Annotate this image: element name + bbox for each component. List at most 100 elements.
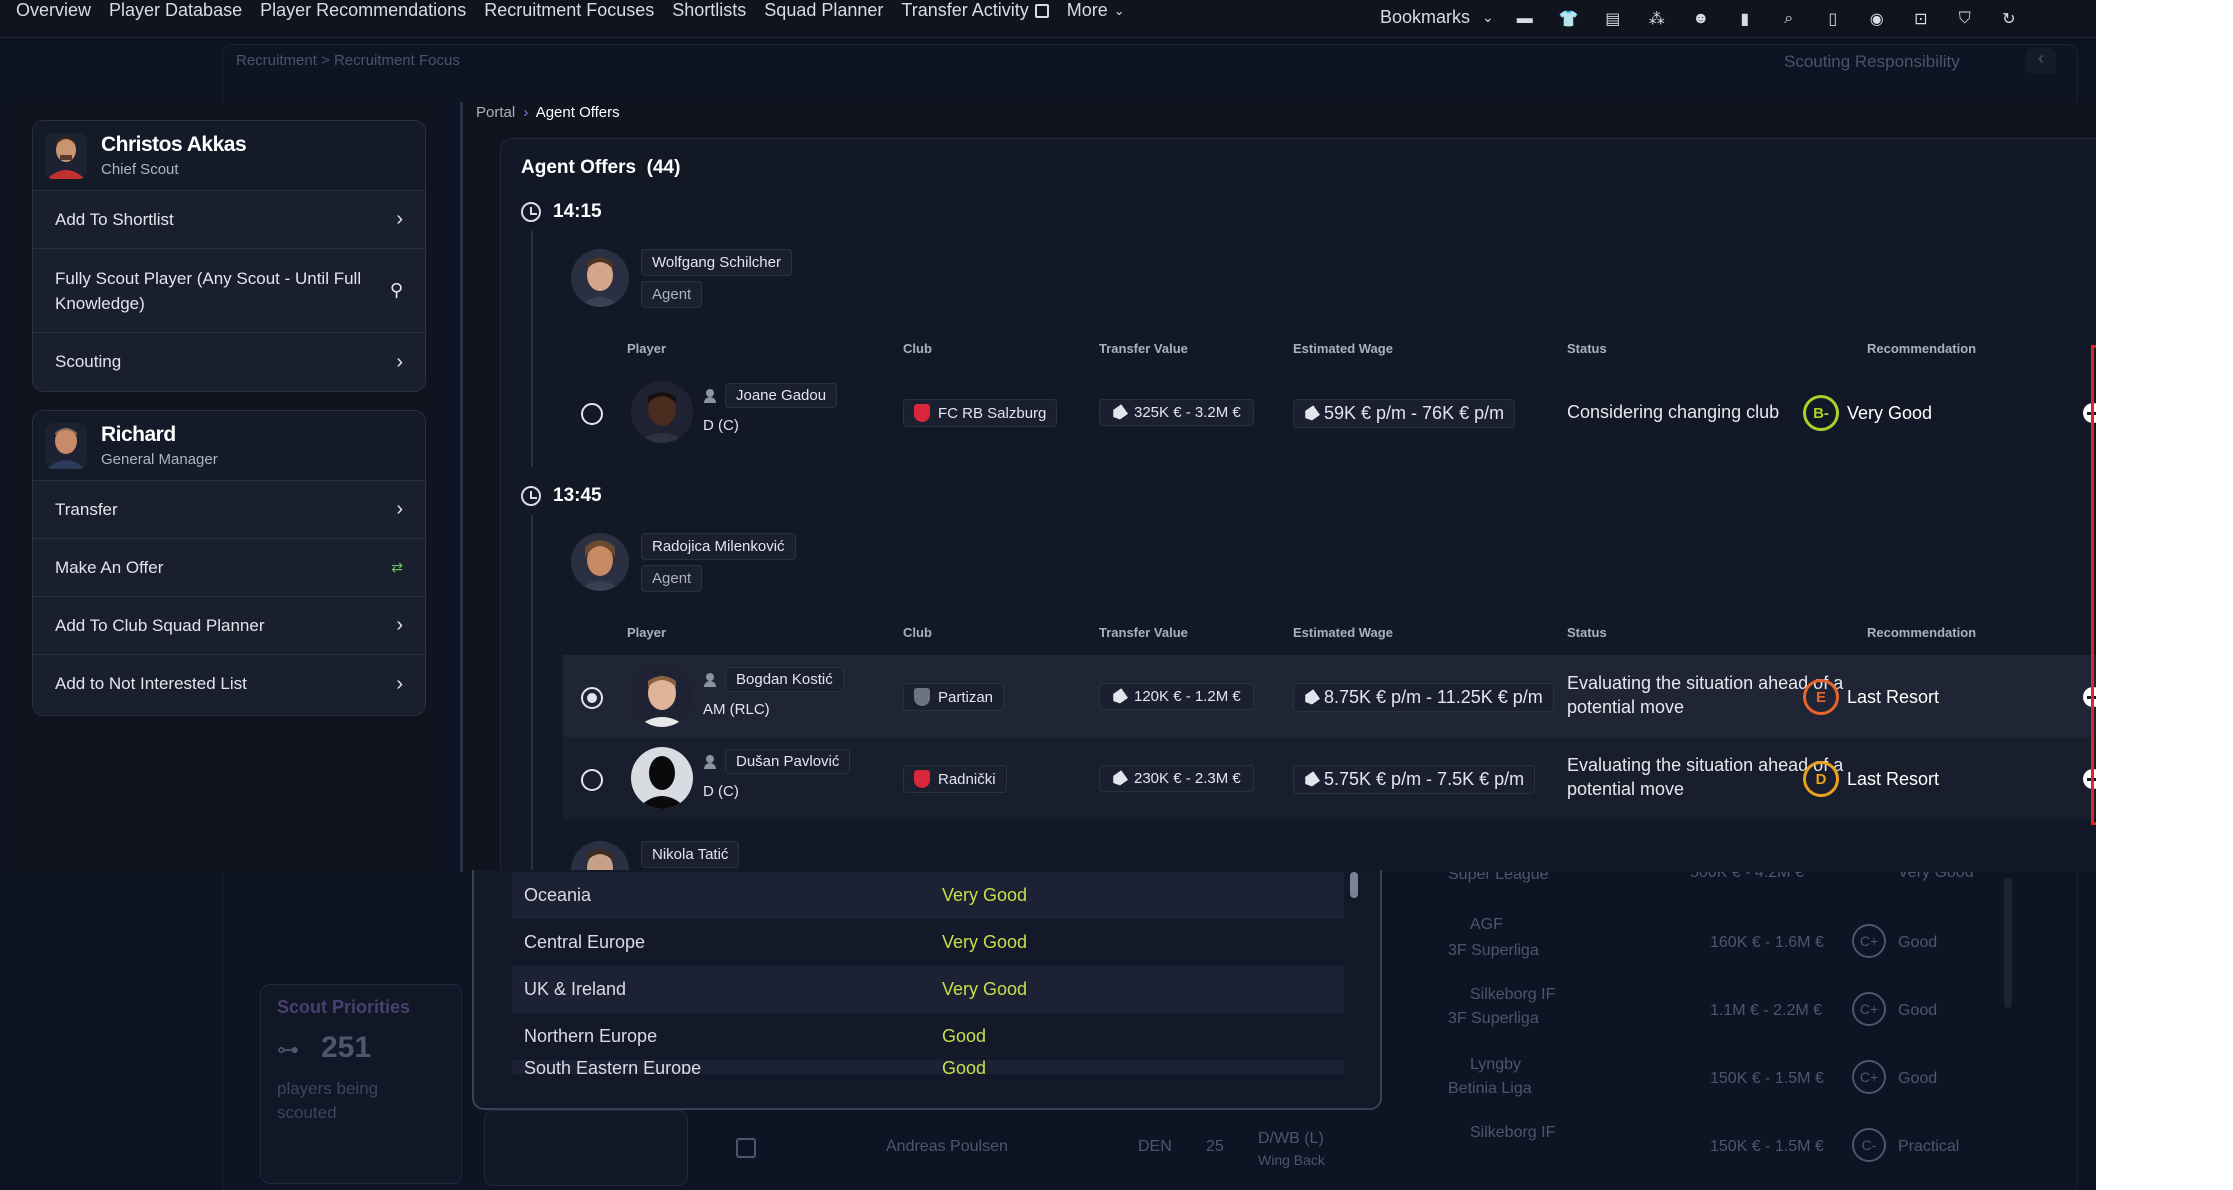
region-name: UK & Ireland <box>524 979 627 999</box>
group-icon[interactable]: ⁂ <box>1644 6 1670 32</box>
kit-icon[interactable]: 👕 <box>1556 6 1582 32</box>
make-an-offer-button[interactable]: Make An Offer ⇄ <box>33 539 425 597</box>
offer-row[interactable]: Joane Gadou D (C) FC RB Salzburg 325K € … <box>563 371 2096 453</box>
chat-icon[interactable]: ▬ <box>1512 6 1538 32</box>
nav-transfer-activity[interactable]: Transfer Activity <box>901 0 1049 21</box>
agent-name[interactable]: Radojica Milenković <box>641 533 796 560</box>
offer-row[interactable]: Bogdan Kostić AM (RLC) Partizan 120K € -… <box>563 655 2096 737</box>
nav-player-recommendations[interactable]: Player Recommendations <box>260 0 466 21</box>
background-scrollbar[interactable] <box>2004 878 2012 1008</box>
wage-text: 8.75K € p/m - 11.25K € p/m <box>1324 687 1543 707</box>
region-knowledge: Good <box>942 1060 987 1074</box>
nav-shortlists[interactable]: Shortlists <box>672 0 746 21</box>
background-row-rec: Good <box>1898 1002 1938 1019</box>
transfer-value: 230K € - 2.3M € <box>1099 765 1254 792</box>
region-name: Central Europe <box>524 932 646 952</box>
target-icon[interactable]: ◉ <box>1864 6 1890 32</box>
player-position: D (C) <box>703 417 739 434</box>
player-avatar <box>631 747 693 809</box>
player-position: AM (RLC) <box>703 701 770 718</box>
agent-avatar <box>571 533 629 591</box>
nav-more[interactable]: More ⌄ <box>1067 0 1125 21</box>
general-manager-header: Richard General Manager <box>33 411 425 481</box>
list-item[interactable]: Northern Europe Good <box>512 1013 1344 1060</box>
recommendation: B- Very Good <box>1803 395 1932 431</box>
background-row-league: 3F Superliga <box>1448 942 1539 959</box>
club-icon[interactable]: ☻ <box>1688 6 1714 32</box>
scrollbar-thumb[interactable] <box>1350 872 1358 898</box>
add-to-shortlist-button[interactable]: Add To Shortlist › <box>33 191 425 249</box>
club-link[interactable]: FC RB Salzburg <box>903 399 1058 427</box>
top-navigation: Overview Player Database Player Recommen… <box>0 0 2096 38</box>
chevron-right-icon: › <box>396 672 403 695</box>
club-link[interactable]: Radnički <box>903 765 1007 793</box>
club-link[interactable]: Partizan <box>903 683 1005 711</box>
breadcrumb-portal[interactable]: Portal <box>476 104 515 121</box>
background-row-checkbox[interactable] <box>736 1138 756 1158</box>
select-radio[interactable] <box>581 769 603 791</box>
select-radio[interactable] <box>581 687 603 709</box>
nav-squad-planner[interactable]: Squad Planner <box>764 0 883 21</box>
player-position: D (C) <box>703 783 739 800</box>
list-item[interactable]: Central Europe Very Good <box>512 919 1344 966</box>
player-name-box[interactable]: Bogdan Kostić <box>703 667 844 692</box>
search-icon: ⚲ <box>389 280 403 300</box>
background-row-league: 3F Superliga <box>1448 1010 1539 1027</box>
clock-icon <box>521 486 541 506</box>
background-row-club: Silkeborg IF <box>1470 1124 1556 1141</box>
list-item[interactable]: UK & Ireland Very Good <box>512 966 1344 1013</box>
grade-badge: D <box>1803 761 1839 797</box>
scouting-button[interactable]: Scouting › <box>33 333 425 391</box>
list-item[interactable]: Oceania Very Good <box>512 872 1344 919</box>
notebook-icon[interactable]: ▯ <box>1820 6 1846 32</box>
scouting-responsibility-button[interactable]: Scouting Responsibility <box>1784 52 1960 72</box>
background-row-grade: C+ <box>1852 1060 1886 1094</box>
time-header: 13:45 <box>521 485 602 507</box>
collapse-icon[interactable]: ‹ <box>2026 48 2056 74</box>
background-row-grade: C+ <box>1852 992 1886 1026</box>
background-row-value: 150K € - 1.5M € <box>1710 1070 1824 1087</box>
club-crest-icon <box>914 404 930 422</box>
refresh-icon[interactable]: ↻ <box>1996 6 2022 32</box>
agent-name[interactable]: Nikola Tatić <box>641 841 740 868</box>
scout-priorities-card: Scout Priorities ⊶ 251 players being sco… <box>260 984 462 1184</box>
menu-label: Add To Shortlist <box>55 209 174 229</box>
select-radio[interactable] <box>581 403 603 425</box>
nav-player-database[interactable]: Player Database <box>109 0 242 21</box>
shield-icon[interactable]: ⛉ <box>1952 6 1978 32</box>
scout-priorities-count: 251 <box>321 1031 372 1064</box>
clock-icon <box>521 202 541 222</box>
player-name-box[interactable]: Dušan Pavlović <box>703 749 851 774</box>
chevron-right-icon: › <box>396 498 403 520</box>
agent-avatar <box>571 249 629 307</box>
add-to-club-squad-planner-button[interactable]: Add To Club Squad Planner › <box>33 597 425 655</box>
id-card-icon[interactable]: ▤ <box>1600 6 1626 32</box>
nav-recruitment-focuses[interactable]: Recruitment Focuses <box>484 0 654 21</box>
player-name-box[interactable]: Joane Gadou <box>703 383 838 408</box>
chevron-down-icon: ⌄ <box>1113 2 1125 18</box>
list-item[interactable]: South Eastern Europe Good <box>512 1060 1344 1074</box>
menu-label: Transfer <box>55 499 118 519</box>
agent-offers-panel: Agent Offers (44) 14:15 Wolfgang Schilch… <box>500 138 2096 872</box>
bookmarks-menu[interactable]: Bookmarks ⌄ <box>1380 7 1494 28</box>
club-name: Partizan <box>938 688 994 706</box>
agent-name[interactable]: Wolfgang Schilcher <box>641 249 792 276</box>
transfer-value-text: 325K € - 3.2M € <box>1134 404 1241 421</box>
chevron-right-icon: › <box>396 614 403 636</box>
price-tag-icon <box>1302 405 1320 423</box>
focus-icon[interactable]: ⊡ <box>1908 6 1934 32</box>
transfer-button[interactable]: Transfer › <box>33 481 425 539</box>
region-knowledge: Very Good <box>942 979 1028 999</box>
avatar <box>45 132 87 179</box>
nav-overview[interactable]: Overview <box>16 0 91 21</box>
scout-search-icon[interactable]: ⌕ <box>1776 6 1802 32</box>
player-avatar <box>631 381 693 443</box>
region-list-popup: Oceania Very Good Central Europe Very Good… <box>472 870 1382 1110</box>
fully-scout-player-button[interactable]: Fully Scout Player (Any Scout - Until Fu… <box>33 249 425 333</box>
notification-icon[interactable]: ▮ <box>1732 6 1758 32</box>
scout-priorities-caption: players being scouted <box>277 1079 379 1122</box>
add-to-not-interested-button[interactable]: Add to Not Interested List › <box>33 655 425 713</box>
offer-row[interactable]: Dušan Pavlović D (C) Radnički 230K € - 2… <box>563 737 2096 819</box>
background-row-nation: DEN <box>1138 1138 1172 1155</box>
transfer-value-text: 120K € - 1.2M € <box>1134 688 1241 705</box>
